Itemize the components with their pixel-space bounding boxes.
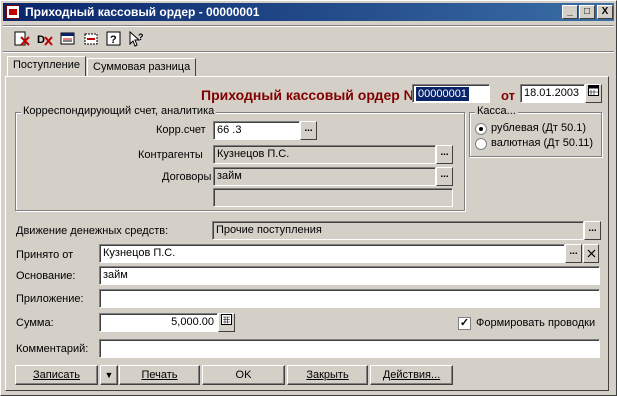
save-button[interactable]: Записать [15,365,98,385]
attachment-label: Приложение: [16,293,84,305]
contractor-field[interactable]: Кузнецов П.С. [213,145,436,164]
calendar-icon [588,85,599,96]
document-number-field[interactable]: 00000001 [412,84,490,103]
postings-checkbox[interactable]: ✓ [458,317,471,330]
received-from-label: Принято от [16,249,74,261]
received-from-select-button[interactable]: ... [565,244,582,263]
comment-label: Комментарий: [16,343,89,355]
cashflow-field[interactable]: Прочие поступления [212,221,584,240]
cashflow-label: Движение денежных средств: [16,225,169,237]
actions-button[interactable]: Действия... [370,365,453,385]
corr-account-field[interactable]: 66 .3 [213,121,300,140]
help-icon[interactable]: ? [105,31,123,47]
separator [3,51,614,53]
ok-button[interactable]: OK [202,365,285,385]
tab-receipt[interactable]: Поступление [7,56,87,76]
radio-currency-label: валютная (Дт 50.11) [491,137,594,149]
date-label: от [501,88,515,103]
radio-rub-label: рублевая (Дт 50.1) [491,122,587,134]
document-icon [6,5,20,19]
calendar-button[interactable] [585,84,602,103]
clear-icon [587,249,595,258]
attachment-field[interactable] [99,289,600,308]
amount-field[interactable]: 5,000.00 [99,313,218,332]
svg-text:?: ? [138,32,144,42]
contract-select-button[interactable]: ... [436,167,453,186]
cashflow-select-button[interactable]: ... [584,221,601,240]
title-bar[interactable]: Приходный кассовый ордер - 00000001 _ □ … [3,3,614,21]
clear-button[interactable] [583,244,599,263]
document-window: Приходный кассовый ордер - 00000001 _ □ … [0,0,617,396]
cash-group: Касса... [469,105,602,157]
properties-icon[interactable] [59,31,77,47]
minimize-button[interactable]: _ [562,5,578,19]
radio-rub[interactable] [475,123,487,135]
contract-extra-field [213,188,453,207]
basis-field[interactable]: займ [99,266,600,285]
postings-label: Формировать проводки [476,317,596,329]
corr-account-select-button[interactable]: ... [300,121,317,140]
delete-doc-icon[interactable] [13,31,31,47]
contract-field[interactable]: займ [213,167,436,186]
basis-label: Основание: [16,270,76,282]
context-help-icon[interactable]: ? [128,31,146,47]
cash-group-label: Касса... [475,105,518,117]
analytics-group-label: Корреспондирующий счет, аналитика [21,105,217,117]
svg-text:D: D [37,34,45,46]
corr-account-label: Корр.счет [156,124,206,136]
calculator-button[interactable] [218,313,235,332]
save-menu-button[interactable]: ▼ [100,365,118,385]
date-field[interactable]: 18.01.2003 [520,84,585,103]
comment-field[interactable] [99,339,600,358]
select-icon[interactable] [82,31,100,47]
calculator-icon [221,314,232,325]
delete-mark-icon[interactable]: D [36,31,54,47]
print-button[interactable]: Печать [119,365,200,385]
amount-label: Сумма: [16,317,54,329]
contractors-label: Контрагенты [138,149,203,161]
svg-text:?: ? [110,34,117,46]
maximize-button[interactable]: □ [579,5,595,19]
document-heading: Приходный кассовый ордер № [201,87,420,103]
tab-sum-difference[interactable]: Суммовая разница [87,58,197,76]
window-title: Приходный кассовый ордер - 00000001 [25,5,260,19]
contractor-select-button[interactable]: ... [436,145,453,164]
contracts-label: Договоры [162,171,212,183]
close-button[interactable]: Закрыть [287,365,368,385]
received-from-field[interactable]: Кузнецов П.С. [99,244,565,263]
close-window-button[interactable]: X [597,5,613,19]
radio-currency[interactable] [475,138,487,150]
separator [3,25,614,27]
